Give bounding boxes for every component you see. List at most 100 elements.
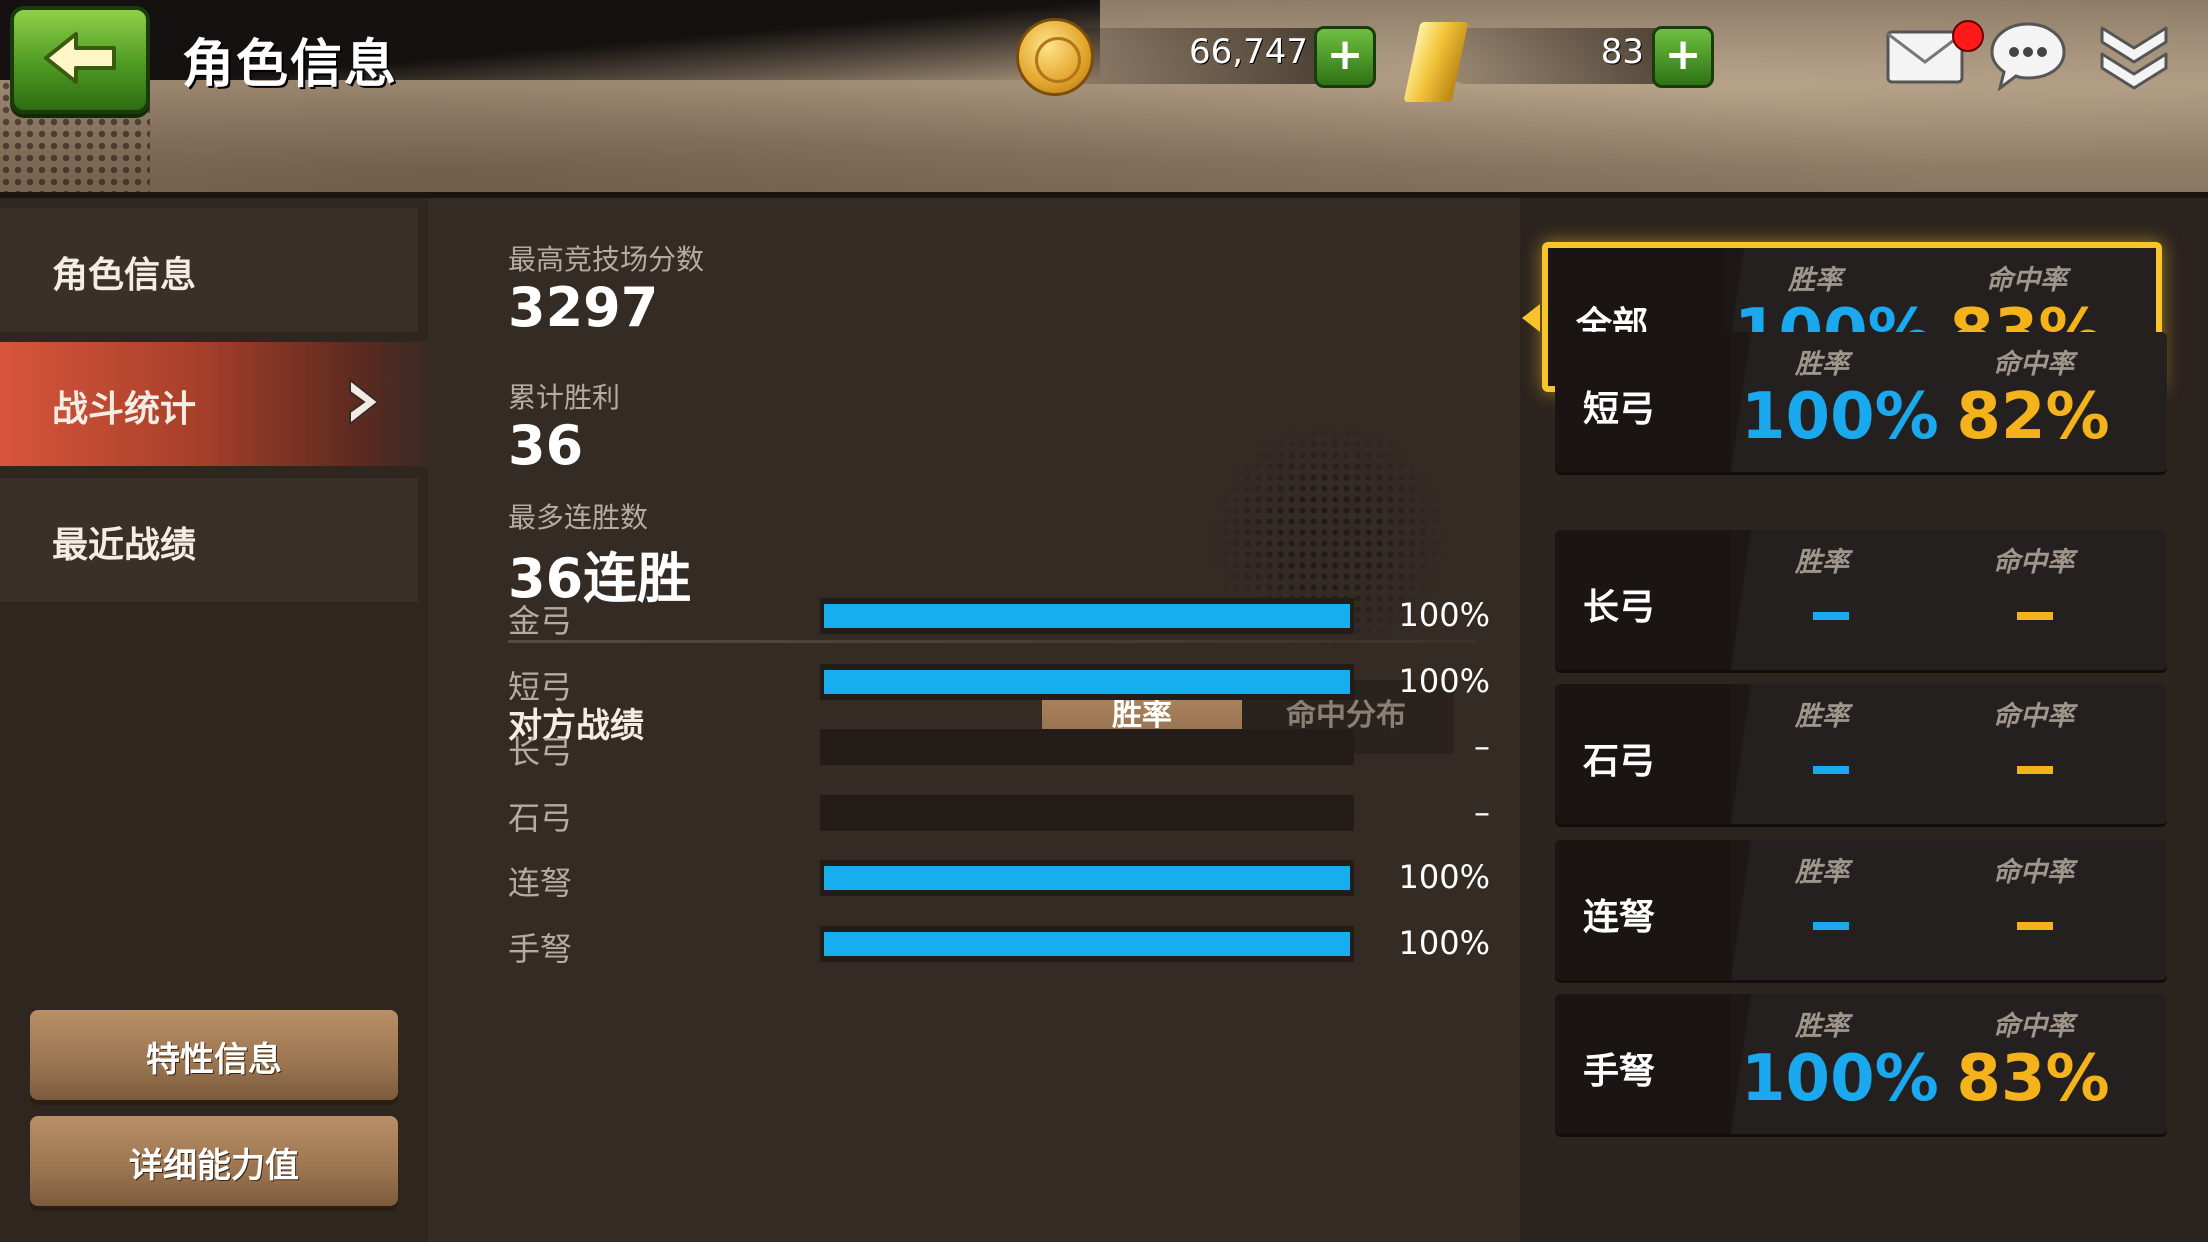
collapse-chevron-icon [2100, 26, 2168, 90]
hit-rate-label: 命中率 [1993, 1011, 2074, 1042]
card-stats-area: 胜率 命中率 100% 82% [1731, 332, 2167, 472]
card-name-area: 短弓 [1555, 332, 1731, 472]
best-arena-label: 最高竞技场分数 [508, 243, 705, 276]
plus-icon: + [1664, 29, 1702, 80]
win-rate-empty [1813, 612, 1849, 620]
weapon-name: 连弩 [1583, 897, 1656, 938]
collapse-menu-button[interactable] [2096, 18, 2172, 98]
sidebar: 角色信息 战斗统计 最近战绩 特性信息 详细能力值 [0, 198, 428, 1242]
selection-arrow-icon [1522, 304, 1540, 332]
sidebar-item-battle-stats[interactable]: 战斗统计 [0, 342, 428, 466]
hit-rate-label: 命中率 [1993, 857, 2074, 888]
sidebar-item-character-info[interactable]: 角色信息 [0, 208, 418, 332]
bar-fill [824, 670, 1350, 694]
hit-rate-label: 命中率 [1993, 547, 2074, 578]
sidebar-item-label: 最近战绩 [52, 525, 197, 566]
plus-icon: + [1326, 29, 1364, 80]
hit-rate-label: 命中率 [1993, 701, 2074, 732]
bar-fill [824, 604, 1350, 628]
weapon-name: 石弓 [1583, 741, 1656, 782]
gold-value: 83 [1600, 32, 1644, 72]
card-stats-area: 胜率 命中率 [1731, 684, 2167, 824]
win-rate-label: 胜率 [1788, 265, 1842, 296]
bar-row: 石弓 – [508, 793, 1490, 837]
coin-icon [1016, 18, 1094, 96]
detailed-abilities-button[interactable]: 详细能力值 [30, 1116, 398, 1206]
weapon-card[interactable]: 石弓 胜率 命中率 [1555, 684, 2167, 824]
back-button[interactable] [10, 6, 150, 114]
hit-rate-value: 82% [1956, 380, 2110, 454]
gold-counter: 83 + [1403, 22, 1724, 102]
bar-value: – [1474, 793, 1490, 831]
best-arena-value: 3297 [508, 276, 659, 339]
ink-texture [0, 0, 1100, 80]
weapon-card[interactable]: 手弩 胜率 命中率 100% 83% [1555, 994, 2167, 1134]
hit-rate-empty [2017, 766, 2053, 774]
divider [508, 640, 1478, 643]
add-coins-button[interactable]: + [1314, 26, 1376, 88]
chat-icon [1990, 22, 2066, 92]
bar-track [820, 664, 1354, 700]
button-label: 特性信息 [146, 1040, 282, 1080]
win-rate-empty [1813, 922, 1849, 930]
hit-rate-empty [2017, 612, 2053, 620]
bar-track [820, 860, 1354, 896]
sidebar-item-label: 战斗统计 [52, 389, 197, 430]
coin-value: 66,747 [1189, 32, 1308, 72]
chat-button[interactable] [1988, 18, 2068, 98]
win-rate-label: 胜率 [1795, 701, 1849, 732]
win-rate-label: 胜率 [1795, 1011, 1849, 1042]
hit-rate-empty [2017, 922, 2053, 930]
bar-track [820, 795, 1354, 831]
weapon-name: 手弩 [1583, 1051, 1656, 1092]
bar-row: 长弓 – [508, 727, 1490, 771]
card-stats-area: 胜率 命中率 100%83% [1731, 994, 2167, 1134]
trait-info-button[interactable]: 特性信息 [30, 1010, 398, 1100]
sidebar-item-recent-records[interactable]: 最近战绩 [0, 478, 418, 602]
bar-row: 手弩 100% [508, 924, 1490, 968]
bar-fill [824, 932, 1350, 956]
bar-label: 石弓 [508, 799, 573, 837]
win-rate-label: 胜率 [1795, 547, 1849, 578]
weapon-name: 长弓 [1583, 587, 1656, 628]
add-gold-button[interactable]: + [1652, 26, 1714, 88]
win-rate-value: 100% [1741, 380, 1939, 454]
bar-row: 短弓 100% [508, 662, 1490, 706]
weapon-card[interactable]: 连弩 胜率 命中率 [1555, 840, 2167, 980]
total-wins-value: 36 [508, 414, 584, 477]
bar-track [820, 926, 1354, 962]
bar-label: 金弓 [508, 602, 573, 640]
bar-row: 金弓 100% [508, 596, 1490, 640]
stats-panel: 最高竞技场分数 3297 累计胜利 36 最多连胜数 36连胜 对方战绩 胜率 … [428, 198, 1520, 1242]
bar-value: 100% [1398, 924, 1490, 962]
bar-value: 100% [1398, 858, 1490, 896]
bar-track [820, 598, 1354, 634]
card-name-area: 手弩 [1555, 994, 1731, 1134]
bar-row: 连弩 100% [508, 858, 1490, 902]
total-wins-label: 累计胜利 [508, 381, 621, 414]
card-stats-area: 胜率 命中率 [1731, 530, 2167, 670]
bar-value: 100% [1398, 662, 1490, 700]
page-title: 角色信息 [182, 35, 399, 95]
back-arrow-icon [44, 32, 116, 84]
bar-fill [824, 866, 1350, 890]
bar-label: 连弩 [508, 864, 573, 902]
max-streak-label: 最多连胜数 [508, 501, 649, 534]
weapon-stats-panel: 全部胜率命中率100%83%短弓胜率命中率100%82%长弓胜率命中率石弓胜率命… [1520, 198, 2208, 1242]
button-label: 详细能力值 [129, 1146, 299, 1186]
weapon-name: 短弓 [1583, 389, 1656, 430]
coin-counter: 66,747 + [1016, 18, 1376, 96]
card-name-area: 连弩 [1555, 840, 1731, 980]
win-rate-value: 100% [1741, 1042, 1939, 1116]
bar-label: 短弓 [508, 668, 573, 706]
card-name-area: 长弓 [1555, 530, 1731, 670]
weapon-card[interactable]: 长弓 胜率 命中率 [1555, 530, 2167, 670]
win-rate-empty [1813, 766, 1849, 774]
bar-value: 100% [1398, 596, 1490, 634]
bar-value: – [1474, 727, 1490, 765]
chevron-right-icon [349, 377, 380, 427]
weapon-card[interactable]: 短弓 胜率 命中率 100% 82% [1555, 332, 2167, 472]
bar-label: 长弓 [508, 733, 573, 771]
bar-label: 手弩 [508, 930, 573, 968]
hit-rate-label: 命中率 [1986, 265, 2067, 296]
